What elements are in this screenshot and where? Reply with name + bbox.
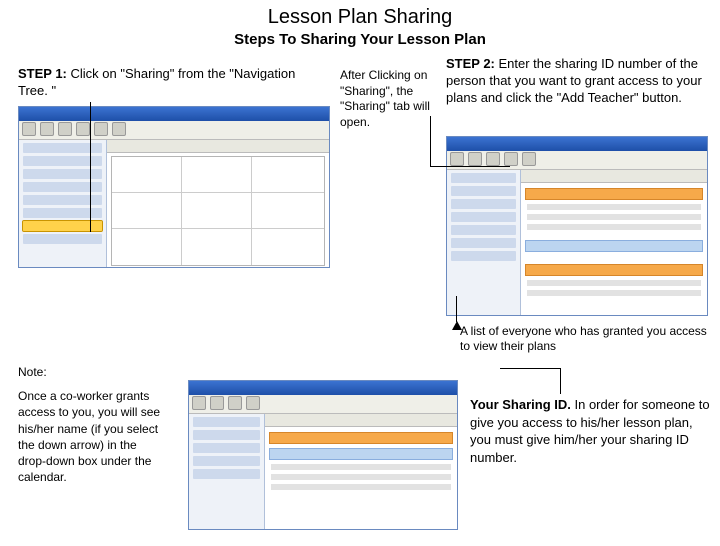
screenshot-step2	[446, 136, 708, 316]
toolbar-icon	[486, 152, 500, 166]
page-subtitle: Steps To Sharing Your Lesson Plan	[0, 31, 720, 48]
nav-item	[451, 186, 516, 196]
nav-tree	[19, 140, 107, 268]
screenshot-step1	[18, 106, 330, 268]
note-block: Note: Once a co-worker grants access to …	[18, 364, 168, 485]
nav-item	[193, 417, 260, 427]
nav-item	[193, 456, 260, 466]
text-row	[271, 464, 451, 470]
input-row	[525, 240, 703, 252]
window-toolbar	[447, 151, 707, 170]
sharing-tab	[521, 170, 707, 316]
tab-bar	[107, 140, 329, 153]
text-row	[527, 214, 701, 220]
sharing-id-label: Your Sharing ID.	[470, 397, 571, 412]
toolbar-icon	[504, 152, 518, 166]
window-titlebar	[447, 137, 707, 151]
step1-label: STEP 1:	[18, 66, 67, 81]
arrow-up-icon	[452, 321, 462, 330]
step2-caption: STEP 2: Enter the sharing ID number of t…	[446, 56, 706, 107]
toolbar-icon	[210, 396, 224, 410]
page-title: Lesson Plan Sharing	[0, 6, 720, 29]
section-header	[525, 188, 703, 200]
nav-item	[451, 225, 516, 235]
text-row	[527, 204, 701, 210]
note-heading: Note:	[18, 364, 168, 380]
window-titlebar	[19, 107, 329, 121]
text-row	[527, 280, 701, 286]
section-header	[525, 264, 703, 276]
sharing-id-caption: Your Sharing ID. In order for someone to…	[470, 396, 710, 466]
tab-bar	[521, 170, 707, 183]
screenshot-note	[188, 380, 458, 530]
toolbar-icon	[112, 122, 126, 136]
toolbar-icon	[22, 122, 36, 136]
text-row	[271, 484, 451, 490]
toolbar-icon	[94, 122, 108, 136]
nav-item	[23, 234, 102, 244]
step2-label: STEP 2:	[446, 56, 495, 71]
nav-tree	[189, 414, 265, 530]
pointer-line	[90, 102, 91, 232]
pointer-line	[430, 116, 431, 166]
window-titlebar	[189, 381, 457, 395]
toolbar-icon	[450, 152, 464, 166]
toolbar-icon	[76, 122, 90, 136]
pointer-line	[500, 368, 560, 369]
nav-item	[193, 430, 260, 440]
shared-list-caption: A list of everyone who has granted you a…	[460, 324, 710, 354]
nav-item	[451, 238, 516, 248]
pointer-line	[430, 166, 510, 167]
nav-item	[193, 443, 260, 453]
nav-item	[451, 199, 516, 209]
toolbar-icon	[192, 396, 206, 410]
window-toolbar	[19, 121, 329, 140]
toolbar-icon	[40, 122, 54, 136]
toolbar-icon	[468, 152, 482, 166]
after-click-caption: After Clicking on "Sharing", the "Sharin…	[340, 68, 430, 130]
pointer-line	[456, 296, 457, 322]
main-pane	[265, 414, 457, 530]
tab-bar	[265, 414, 457, 427]
dropdown-row	[269, 448, 453, 460]
nav-item	[193, 469, 260, 479]
toolbar-icon	[58, 122, 72, 136]
text-row	[527, 290, 701, 296]
toolbar-icon	[246, 396, 260, 410]
nav-item	[451, 173, 516, 183]
toolbar-icon	[522, 152, 536, 166]
window-toolbar	[189, 395, 457, 414]
nav-item	[451, 251, 516, 261]
note-body: Once a co-worker grants access to you, y…	[18, 388, 168, 485]
toolbar-icon	[228, 396, 242, 410]
nav-tree	[447, 170, 521, 316]
step1-caption: STEP 1: Click on "Sharing" from the "Nav…	[18, 66, 318, 100]
planner-grid	[111, 156, 325, 266]
section-header	[269, 432, 453, 444]
text-row	[527, 224, 701, 230]
main-pane	[107, 140, 329, 268]
text-row	[271, 474, 451, 480]
pointer-line	[560, 368, 561, 394]
nav-item	[451, 212, 516, 222]
